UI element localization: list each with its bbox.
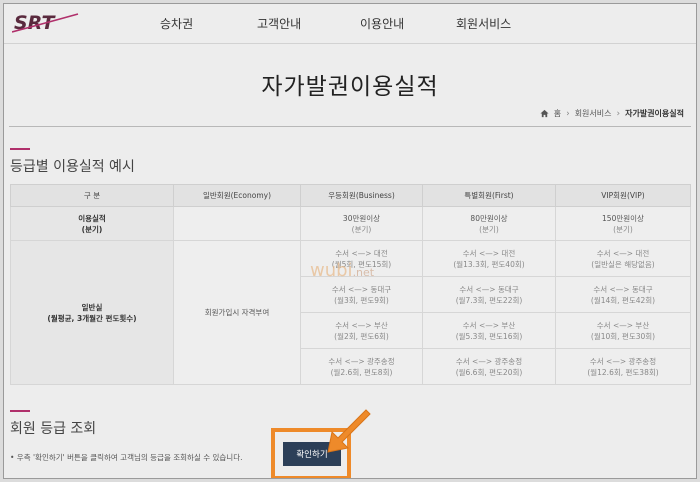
nav-usage-guide[interactable]: 이용안내 bbox=[360, 15, 404, 32]
top-navigation-bar: SRT 승차권 고객안내 이용안내 회원서비스 bbox=[4, 4, 696, 44]
chevron-right-icon: › bbox=[566, 108, 570, 119]
table-cell: 30만원이상 (분기) bbox=[300, 206, 423, 241]
row-label-performance: 이용실적 (분기) bbox=[10, 206, 174, 241]
cell-sub: (분기) bbox=[613, 224, 633, 234]
route: 수서 <—> 대전 bbox=[596, 248, 650, 258]
table-cell: 80만원이상 (분기) bbox=[422, 206, 556, 241]
route: 수서 <—> 광주송정 bbox=[589, 356, 657, 366]
column-header: VIP회원(VIP) bbox=[555, 184, 691, 207]
row-label-general: 일반실 (월평균, 3개월간 편도횟수) bbox=[10, 240, 174, 385]
table-cell: 150만원이상 (분기) bbox=[555, 206, 691, 241]
section-title-grade-examples: 등급별 이용실적 예시 bbox=[10, 159, 135, 175]
divider bbox=[9, 126, 691, 127]
column-header: 일반회원(Economy) bbox=[173, 184, 301, 207]
frequency: (월12.6회, 편도38회) bbox=[587, 367, 659, 377]
nav-member-services[interactable]: 회원서비스 bbox=[456, 15, 511, 32]
srt-logo[interactable]: SRT bbox=[12, 10, 82, 34]
column-header: 구 분 bbox=[10, 184, 174, 207]
frequency: (월3회, 편도9회) bbox=[334, 295, 389, 305]
route: 수서 <—> 광주송정 bbox=[455, 356, 523, 366]
table-cell: 수서 <—> 부산 (월10회, 편도30회) bbox=[555, 312, 691, 349]
column-header: 특별회원(First) bbox=[422, 184, 556, 207]
chevron-right-icon: › bbox=[616, 108, 621, 119]
section-title-grade-lookup: 회원 등급 조회 bbox=[10, 421, 97, 437]
row-label-text: 이용실적 bbox=[78, 213, 106, 223]
breadcrumb: 홈 › 회원서비스 › 자가발권이용실적 bbox=[540, 108, 684, 119]
page-title: 자가발권이용실적 bbox=[261, 74, 439, 100]
cell-sub: (분기) bbox=[479, 224, 499, 234]
frequency: (일반실은 해당없음) bbox=[591, 259, 655, 269]
route: 수서 <—> 대전 bbox=[462, 248, 516, 258]
row-label-sub: (분기) bbox=[81, 224, 103, 234]
frequency: (월7.3회, 편도22회) bbox=[455, 295, 523, 305]
breadcrumb-current: 자가발권이용실적 bbox=[625, 109, 684, 118]
nav-tickets[interactable]: 승차권 bbox=[160, 15, 193, 32]
breadcrumb-member-services[interactable]: 회원서비스 bbox=[575, 108, 612, 119]
cell-value: 150만원이상 bbox=[602, 213, 644, 223]
frequency: (월2회, 편도6회) bbox=[334, 331, 389, 341]
table-cell: 수서 <—> 대전 (월13.3회, 편도40회) bbox=[422, 240, 556, 277]
section-accent-bar bbox=[10, 410, 30, 412]
table-header-row: 구 분 일반회원(Economy) 우등회원(Business) 특별회원(Fi… bbox=[10, 184, 691, 207]
route: 수서 <—> 동대구 bbox=[459, 284, 519, 294]
route: 수서 <—> 부산 bbox=[462, 320, 516, 330]
route: 수서 <—> 부산 bbox=[335, 320, 388, 330]
frequency: (월10회, 편도30회) bbox=[590, 331, 656, 341]
table-cell: 수서 <—> 동대구 (월7.3회, 편도22회) bbox=[422, 276, 556, 313]
frequency: (월14회, 편도42회) bbox=[590, 295, 656, 305]
frequency: (월13.3회, 편도40회) bbox=[453, 259, 525, 269]
pointer-arrow-icon bbox=[327, 409, 371, 453]
column-header: 우등회원(Business) bbox=[300, 184, 423, 207]
watermark: wubi.net bbox=[310, 260, 374, 281]
table-cell: 수서 <—> 부산 (월5.3회, 편도16회) bbox=[422, 312, 556, 349]
watermark-main: wubi bbox=[310, 260, 353, 281]
route: 수서 <—> 광주송정 bbox=[328, 356, 395, 366]
info-note: • 우측 '확인하기' 버튼을 클릭하여 고객님의 등급을 조회하실 수 있습니… bbox=[10, 453, 243, 462]
logo-text: SRT bbox=[14, 12, 56, 34]
table-cell: 수서 <—> 광주송정 (월12.6회, 편도38회) bbox=[555, 348, 691, 385]
route: 수서 <—> 동대구 bbox=[331, 284, 392, 294]
cell-value: 30만원이상 bbox=[342, 213, 381, 223]
home-icon[interactable] bbox=[540, 109, 549, 118]
nav-customer-guide[interactable]: 고객안내 bbox=[257, 15, 301, 32]
table-cell: 회원가입시 자격부여 bbox=[173, 240, 301, 385]
table-row: 이용실적 (분기) 30만원이상 (분기) 80만원이상 (분기) 150만원이… bbox=[10, 206, 691, 241]
cell-sub: (분기) bbox=[351, 224, 372, 234]
frequency: (월5.3회, 편도16회) bbox=[455, 331, 523, 341]
route: 수서 <—> 대전 bbox=[335, 248, 388, 258]
table-cell: 수서 <—> 광주송정 (월6.6회, 편도20회) bbox=[422, 348, 556, 385]
cell-value: 80만원이상 bbox=[470, 213, 508, 223]
watermark-suffix: .net bbox=[352, 266, 375, 279]
table-cell: 수서 <—> 부산 (월2회, 편도6회) bbox=[300, 312, 423, 349]
table-cell: 수서 <—> 동대구 (월3회, 편도9회) bbox=[300, 276, 423, 313]
route: 수서 <—> 부산 bbox=[596, 320, 650, 330]
grade-table: 구 분 일반회원(Economy) 우등회원(Business) 특별회원(Fi… bbox=[10, 184, 691, 385]
table-cell: 수서 <—> 동대구 (월14회, 편도42회) bbox=[555, 276, 691, 313]
table-cell: 수서 <—> 광주송정 (월2.6회, 편도8회) bbox=[300, 348, 423, 385]
browser-frame: SRT 승차권 고객안내 이용안내 회원서비스 자가발권이용실적 홈 › 회원서… bbox=[3, 3, 697, 479]
table-cell: 수서 <—> 대전 (일반실은 해당없음) bbox=[555, 240, 691, 277]
table-cell bbox=[173, 206, 301, 241]
frequency: (월6.6회, 편도20회) bbox=[455, 367, 523, 377]
section-accent-bar bbox=[10, 148, 30, 150]
route: 수서 <—> 동대구 bbox=[593, 284, 653, 294]
frequency: (월2.6회, 편도8회) bbox=[330, 367, 393, 377]
breadcrumb-home[interactable]: 홈 bbox=[554, 108, 561, 119]
row-label-sub: (월평균, 3개월간 편도횟수) bbox=[47, 313, 137, 323]
row-label-text: 일반실 bbox=[81, 302, 103, 312]
